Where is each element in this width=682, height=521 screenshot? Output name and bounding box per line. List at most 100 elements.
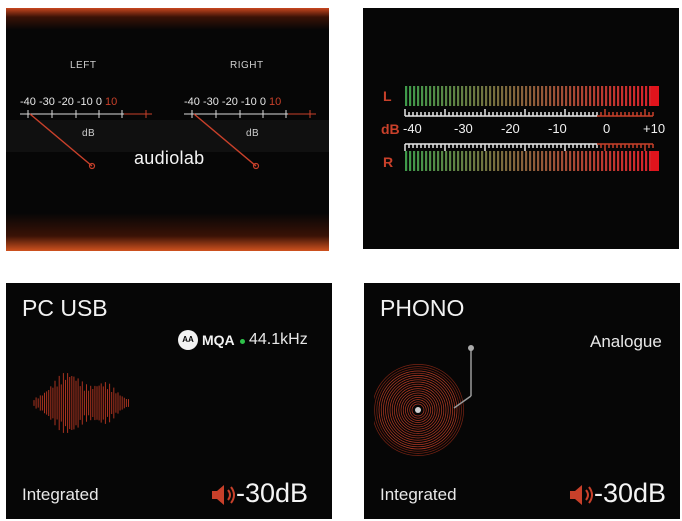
- left-level-bar-segment: [497, 86, 500, 106]
- right-level-bar-segment: [649, 151, 652, 171]
- right-level-bar-segment: [425, 151, 428, 171]
- left-level-bar-segment: [629, 86, 632, 106]
- right-level-bar-segment: [621, 151, 624, 171]
- volume-readout: -30dB: [594, 478, 667, 508]
- left-level-bar-segment: [469, 86, 472, 106]
- right-level-bar-segment: [597, 151, 600, 171]
- left-level-bar-segment: [405, 86, 408, 106]
- left-level-bar-segment: [413, 86, 416, 106]
- tick-label: +10: [643, 121, 666, 136]
- right-level-bar-segment: [629, 151, 632, 171]
- left-level-bar-segment: [457, 86, 460, 106]
- right-level-bar-segment: [601, 151, 604, 171]
- left-level-bar-segment: [409, 86, 412, 106]
- right-level-bar-segment: [645, 151, 648, 171]
- right-level-bar-segment: [493, 151, 496, 171]
- left-level-bar-segment: [557, 86, 560, 106]
- left-level-bar-segment: [649, 86, 652, 106]
- brand-logo: audiolab: [134, 148, 205, 168]
- left-level-bar-segment: [481, 86, 484, 106]
- left-level-bar-segment: [581, 86, 584, 106]
- left-level-bar-segment: [425, 86, 428, 106]
- right-level-bar-segment: [577, 151, 580, 171]
- right-level-bar-segment: [533, 151, 536, 171]
- right-level-bar-segment: [541, 151, 544, 171]
- left-level-bar-segment: [417, 86, 420, 106]
- left-level-bar-segment: [529, 86, 532, 106]
- right-level-bar-segment: [497, 151, 500, 171]
- right-level-bar-segment: [489, 151, 492, 171]
- right-level-bar-segment: [505, 151, 508, 171]
- mqa-indicator-dot-icon: [240, 339, 245, 344]
- left-level-bar-segment: [493, 86, 496, 106]
- left-level-bar-segment: [593, 86, 596, 106]
- speaker-icon: [212, 485, 235, 505]
- left-level-bar-segment: [545, 86, 548, 106]
- left-level-bar-segment: [561, 86, 564, 106]
- left-level-bar-segment: [433, 86, 436, 106]
- right-level-bar-segment: [473, 151, 476, 171]
- left-unit-label: dB: [82, 128, 96, 139]
- right-level-bar-segment: [585, 151, 588, 171]
- right-unit-label: dB: [246, 128, 260, 139]
- left-level-bar-segment: [625, 86, 628, 106]
- left-level-bar-segment: [577, 86, 580, 106]
- format-logo: MQA: [202, 332, 235, 348]
- left-level-bar-segment: [449, 86, 452, 106]
- left-level-bar-segment: [585, 86, 588, 106]
- right-level-bar-segment: [485, 151, 488, 171]
- right-level-bar-segment: [613, 151, 616, 171]
- right-level-bar-segment: [417, 151, 420, 171]
- left-level-bar-segment: [437, 86, 440, 106]
- phono-input-screen: PHONO Analogue Integrated -30dB: [364, 283, 680, 519]
- left-level-bar-segment: [509, 86, 512, 106]
- left-level-bar-segment: [569, 86, 572, 106]
- left-level-bar-segment: [441, 86, 444, 106]
- right-level-bar-segment: [569, 151, 572, 171]
- right-level-bar-segment: [581, 151, 584, 171]
- right-level-bar-segment: [641, 151, 644, 171]
- mqa-logo-icon: AA: [178, 330, 198, 350]
- right-level-bar-segment: [529, 151, 532, 171]
- speaker-icon: [570, 485, 593, 505]
- left-level-bar-segment: [517, 86, 520, 106]
- mode-label: Integrated: [22, 485, 99, 504]
- left-level-bar-segment: [501, 86, 504, 106]
- right-level-bar-segment: [553, 151, 556, 171]
- right-level-bar-segment: [509, 151, 512, 171]
- left-level-bar-segment: [613, 86, 616, 106]
- sample-rate: 44.1kHz: [249, 331, 308, 348]
- meter-tick-labels: -40 -30 -20 -10 0 +10: [403, 121, 673, 137]
- left-level-bar-segment: [477, 86, 480, 106]
- left-level-bar-segment: [637, 86, 640, 106]
- left-level-bar-segment: [589, 86, 592, 106]
- turntable-icon: [374, 345, 474, 456]
- input-title: PHONO: [380, 295, 465, 321]
- peak-indicator: [651, 151, 659, 171]
- left-level-bar-segment: [429, 86, 432, 106]
- right-level-bar-segment: [429, 151, 432, 171]
- right-level-bar-segment: [549, 151, 552, 171]
- right-level-bar-segment: [589, 151, 592, 171]
- analog-meter-panel: LEFT RIGHT -40 -30 -20 -10 0 10 -40 -30 …: [6, 8, 329, 251]
- right-level-bar-segment: [453, 151, 456, 171]
- right-level-bar-segment: [469, 151, 472, 171]
- right-level-bar-segment: [625, 151, 628, 171]
- tick-label: -40: [403, 121, 422, 136]
- left-level-bar-segment: [537, 86, 540, 106]
- left-level-bar-segment: [617, 86, 620, 106]
- left-level-bar-segment: [485, 86, 488, 106]
- left-level-bar-segment: [465, 86, 468, 106]
- left-level-bar-segment: [461, 86, 464, 106]
- left-level-bar-segment: [453, 86, 456, 106]
- volume-readout: -30dB: [236, 478, 309, 508]
- left-level-bar-segment: [525, 86, 528, 106]
- right-level-bar-segment: [593, 151, 596, 171]
- peak-indicator: [651, 86, 659, 106]
- left-level-bar-segment: [513, 86, 516, 106]
- right-level-bar-segment: [437, 151, 440, 171]
- right-level-bar-segment: [461, 151, 464, 171]
- mode-label: Integrated: [380, 485, 457, 504]
- analog-meter-scales-icon: [6, 110, 329, 170]
- right-level-bar-segment: [573, 151, 576, 171]
